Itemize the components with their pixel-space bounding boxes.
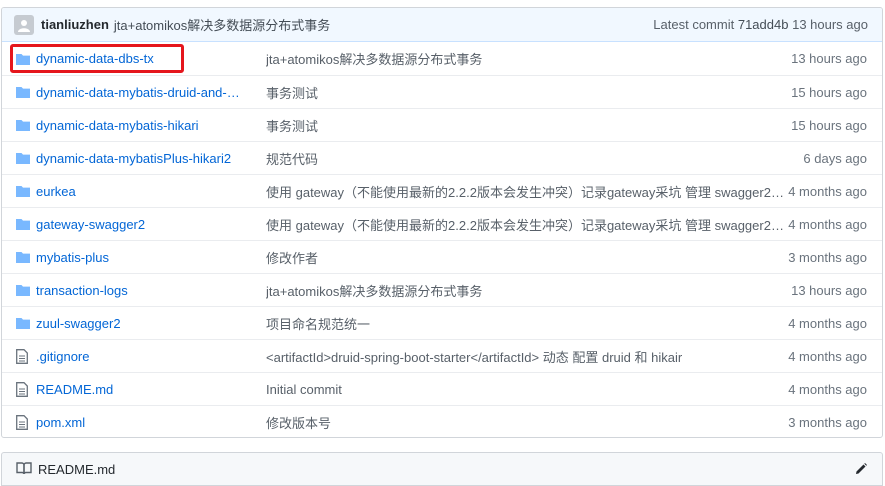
file-list: tianliuzhen jta+atomikos解决多数据源分布式事务 Late… (1, 7, 883, 438)
commit-message-link[interactable]: 使用 gateway（不能使用最新的2.2.2版本会发生冲突）记录gateway… (266, 215, 786, 234)
commit-message-link[interactable]: 规范代码 (266, 149, 786, 168)
user-icon (18, 19, 30, 32)
commit-message-link[interactable]: jta+atomikos解决多数据源分布式事务 (266, 281, 786, 300)
folder-icon (16, 284, 30, 296)
folder-icon (16, 53, 30, 65)
commit-message-link[interactable]: 使用 gateway（不能使用最新的2.2.2版本会发生冲突）记录gateway… (266, 182, 786, 201)
file-row: pom.xml 修改版本号 3 months ago (2, 405, 882, 437)
commit-message-link[interactable]: 事务测试 (266, 116, 786, 135)
file-name-link[interactable]: pom.xml (36, 415, 254, 430)
file-name-link[interactable]: gateway-swagger2 (36, 217, 254, 232)
commit-age: 4 months ago (788, 348, 867, 364)
latest-commit-bar: tianliuzhen jta+atomikos解决多数据源分布式事务 Late… (2, 8, 882, 42)
commit-age: 4 months ago (788, 315, 867, 331)
file-name-link[interactable]: mybatis-plus (36, 250, 254, 265)
commit-age: 13 hours ago (792, 17, 868, 32)
commit-message-link[interactable]: Initial commit (266, 382, 786, 397)
commit-sha[interactable]: 71add4b (738, 17, 789, 32)
pencil-icon[interactable] (854, 462, 868, 476)
commit-message-link[interactable]: 修改作者 (266, 248, 786, 267)
commit-age: 3 months ago (788, 249, 867, 265)
file-name-link[interactable]: dynamic-data-mybatisPlus-hikari2 (36, 151, 254, 166)
folder-icon (16, 185, 30, 197)
file-name-link[interactable]: .gitignore (36, 349, 254, 364)
folder-row: eurkea 使用 gateway（不能使用最新的2.2.2版本会发生冲突）记录g… (2, 174, 882, 207)
commit-age: 4 months ago (788, 381, 867, 397)
folder-icon (16, 119, 30, 131)
file-name-link[interactable]: zuul-swagger2 (36, 316, 254, 331)
commit-message-link[interactable]: <artifactId>druid-spring-boot-starter</a… (266, 347, 786, 366)
file-name-link[interactable]: README.md (36, 382, 254, 397)
commit-author[interactable]: tianliuzhen (41, 17, 109, 32)
file-icon (16, 414, 30, 430)
folder-row: dynamic-data-mybatis-druid-and-… 事务测试 15 h… (2, 75, 882, 108)
file-row: README.md Initial commit 4 months ago (2, 372, 882, 405)
commit-age: 4 months ago (788, 216, 867, 232)
commit-message-link[interactable]: 事务测试 (266, 83, 786, 102)
folder-icon (16, 251, 30, 263)
commit-age: 15 hours ago (791, 84, 867, 100)
folder-row: dynamic-data-dbs-tx jta+atomikos解决多数据源分布式… (2, 42, 882, 75)
avatar[interactable] (14, 14, 34, 35)
latest-commit-info: Latest commit 71add4b 13 hours ago (653, 17, 868, 32)
folder-icon (16, 218, 30, 230)
file-icon (16, 381, 30, 397)
readme-title: README.md (38, 461, 116, 477)
folder-row: mybatis-plus 修改作者 3 months ago (2, 240, 882, 273)
commit-age: 15 hours ago (791, 117, 867, 133)
commit-age: 6 days ago (803, 150, 867, 166)
commit-message-link[interactable]: jta+atomikos解决多数据源分布式事务 (266, 49, 786, 68)
latest-commit-label: Latest commit (653, 17, 735, 32)
folder-row: dynamic-data-mybatis-hikari 事务测试 15 hours … (2, 108, 882, 141)
folder-row: transaction-logs jta+atomikos解决多数据源分布式事务 1… (2, 273, 882, 306)
commit-message-link[interactable]: 修改版本号 (266, 413, 786, 432)
book-icon (16, 461, 32, 478)
commit-message[interactable]: jta+atomikos解决多数据源分布式事务 (114, 15, 330, 34)
file-icon (16, 348, 30, 364)
folder-icon (16, 86, 30, 98)
commit-age: 4 months ago (788, 183, 867, 199)
file-name-link[interactable]: transaction-logs (36, 283, 254, 298)
file-name-link[interactable]: dynamic-data-dbs-tx (36, 51, 254, 66)
file-name-link[interactable]: dynamic-data-mybatis-hikari (36, 118, 254, 133)
file-row: .gitignore <artifactId>druid-spring-boot-… (2, 339, 882, 372)
folder-icon (16, 152, 30, 164)
commit-message-link[interactable]: 项目命名规范统一 (266, 314, 786, 333)
folder-row: dynamic-data-mybatisPlus-hikari2 规范代码 6 da… (2, 141, 882, 174)
file-name-link[interactable]: dynamic-data-mybatis-druid-and-… (36, 85, 254, 100)
commit-age: 13 hours ago (791, 282, 867, 298)
commit-age: 3 months ago (788, 414, 867, 430)
folder-icon (16, 317, 30, 329)
readme-header: README.md (1, 452, 883, 486)
folder-row: zuul-swagger2 项目命名规范统一 4 months ago (2, 306, 882, 339)
folder-row: gateway-swagger2 使用 gateway（不能使用最新的2.2.2版… (2, 207, 882, 240)
file-name-link[interactable]: eurkea (36, 184, 254, 199)
commit-age: 13 hours ago (791, 51, 867, 66)
